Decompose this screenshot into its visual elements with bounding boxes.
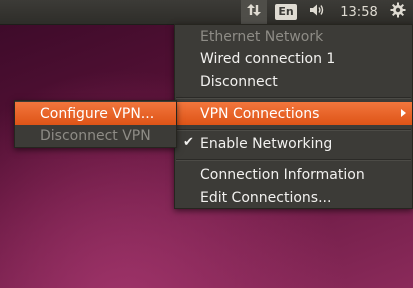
menu-item-label: Ethernet Network (200, 28, 324, 45)
menu-separator (176, 97, 411, 99)
menu-separator (176, 129, 411, 131)
network-menu: Ethernet Network Wired connection 1 Disc… (174, 24, 413, 209)
menu-item-label: Configure VPN... (40, 105, 155, 122)
menu-separator (176, 159, 411, 161)
menu-item-connection-information[interactable]: Connection Information (175, 163, 412, 186)
top-panel: En 13:58 (0, 0, 413, 25)
menu-item-vpn-connections[interactable]: VPN Connections (175, 102, 412, 125)
menu-item-disconnect-vpn: Disconnect VPN (15, 124, 176, 147)
submenu-arrow-icon (401, 109, 406, 117)
sound-indicator[interactable] (304, 0, 330, 24)
menu-item-configure-vpn[interactable]: Configure VPN... (15, 102, 176, 125)
menu-item-label: Connection Information (200, 166, 365, 183)
menu-item-label: Disconnect (200, 73, 278, 90)
menu-item-label: VPN Connections (200, 105, 320, 122)
menu-item-label: Enable Networking (200, 135, 333, 152)
checkmark-icon: ✔ (183, 135, 194, 150)
menu-item-label: Edit Connections... (200, 189, 332, 206)
keyboard-layout-indicator[interactable]: En (275, 0, 297, 24)
network-updown-icon (246, 2, 262, 22)
keyboard-layout-label: En (275, 4, 297, 20)
menu-item-enable-networking[interactable]: ✔ Enable Networking (175, 132, 412, 155)
speaker-volume-icon (308, 2, 326, 22)
clock[interactable]: 13:58 (338, 0, 380, 24)
vpn-submenu: Configure VPN... Disconnect VPN (14, 100, 177, 148)
menu-item-edit-connections[interactable]: Edit Connections... (175, 186, 412, 209)
menu-item-wired-connection[interactable]: Wired connection 1 (175, 47, 412, 70)
menu-item-label: Disconnect VPN (40, 127, 151, 144)
menu-item-ethernet-network: Ethernet Network (175, 25, 412, 48)
gear-icon (390, 2, 406, 22)
menu-item-label: Wired connection 1 (200, 50, 336, 67)
system-menu-indicator[interactable] (386, 0, 410, 24)
menu-item-disconnect[interactable]: Disconnect (175, 70, 412, 93)
network-indicator[interactable] (241, 0, 267, 24)
